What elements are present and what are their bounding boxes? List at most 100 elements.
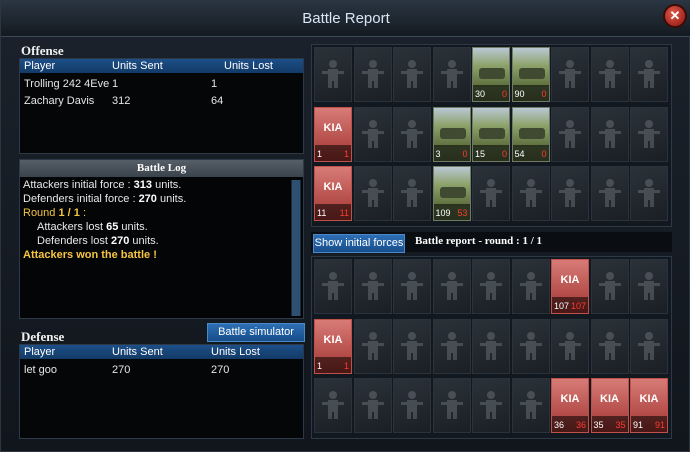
soldier-silhouette-icon xyxy=(361,391,384,419)
unit-lost-count: 0 xyxy=(541,89,547,99)
table-row[interactable]: Trolling 242 4Eve 1 1 xyxy=(20,75,303,92)
soldier-silhouette-icon xyxy=(559,119,581,148)
unit-card[interactable]: 30 0 xyxy=(472,47,510,102)
units-lost: 270 xyxy=(211,363,230,376)
scrollbar-thumb[interactable] xyxy=(292,180,300,316)
empty-unit-slot xyxy=(590,166,629,221)
empty-unit-slot xyxy=(393,318,431,374)
empty-unit-slot xyxy=(314,259,352,314)
unit-count: 3 xyxy=(435,148,441,159)
empty-unit-slot xyxy=(472,378,510,433)
soldier-silhouette-icon xyxy=(361,119,384,148)
soldier-silhouette-icon xyxy=(638,272,660,300)
empty-unit-slot xyxy=(393,378,431,433)
round-label: Battle report - round : 1 / 1 xyxy=(415,235,542,247)
soldier-silhouette-icon xyxy=(559,179,581,207)
unit-card[interactable]: 54 0 xyxy=(511,106,550,162)
soldier-silhouette-icon xyxy=(519,331,542,360)
soldier-silhouette-icon xyxy=(361,179,384,207)
kia-unit-card[interactable]: KIA 91 91 xyxy=(630,378,668,433)
empty-unit-slot xyxy=(590,106,629,162)
log-scrollbar[interactable] xyxy=(291,180,301,316)
soldier-silhouette-icon xyxy=(401,60,423,88)
table-row[interactable]: Zachary Davis 312 64 xyxy=(20,92,303,109)
battle-simulator-button[interactable]: Battle simulator xyxy=(207,323,305,342)
unit-card[interactable]: 109 53 xyxy=(432,166,471,221)
unit-count: 36 xyxy=(554,420,565,430)
empty-unit-slot xyxy=(472,318,510,374)
defense-unit-grid: KIA 107 107 KIA 1 1 KIA 36 36 KIA 35 35 KIA 91 91 xyxy=(311,256,672,439)
defense-title: Defense xyxy=(21,329,65,344)
column-units-lost: Units Lost xyxy=(224,60,273,72)
soldier-silhouette-icon xyxy=(598,331,621,360)
empty-unit-slot xyxy=(353,166,392,221)
soldier-silhouette-icon xyxy=(401,391,423,419)
soldier-silhouette-icon xyxy=(401,179,423,207)
unit-lost-count: 1 xyxy=(343,360,349,371)
unit-count: 15 xyxy=(475,148,486,159)
kia-unit-card[interactable]: KIA 35 35 xyxy=(590,378,629,433)
unit-lost-count: 0 xyxy=(541,148,547,159)
soldier-silhouette-icon xyxy=(440,331,463,360)
soldier-silhouette-icon xyxy=(401,272,423,300)
table-row[interactable]: let goo 270 270 xyxy=(20,361,303,378)
kia-unit-card[interactable]: KIA 1 1 xyxy=(314,106,352,162)
unit-count: 107 xyxy=(554,301,570,311)
kia-unit-card[interactable]: KIA 11 11 xyxy=(314,166,352,221)
soldier-silhouette-icon xyxy=(480,272,502,300)
soldier-silhouette-icon xyxy=(559,331,581,360)
soldier-silhouette-icon xyxy=(322,391,344,419)
soldier-silhouette-icon xyxy=(361,331,384,360)
empty-unit-slot xyxy=(630,47,668,102)
title-bar: Battle Report ✕ xyxy=(1,1,690,37)
column-player: Player xyxy=(24,346,56,358)
unit-card[interactable]: 90 0 xyxy=(511,47,550,102)
column-units-sent: Units Sent xyxy=(112,60,163,72)
soldier-silhouette-icon xyxy=(519,391,542,419)
empty-unit-slot xyxy=(353,378,392,433)
vehicle-icon xyxy=(473,48,509,87)
kia-unit-card[interactable]: KIA 36 36 xyxy=(551,378,589,433)
column-units-lost: Units Lost xyxy=(211,346,260,358)
empty-unit-slot xyxy=(630,106,668,162)
soldier-silhouette-icon xyxy=(361,272,384,300)
show-initial-forces-button[interactable]: Show initial forces xyxy=(313,234,405,253)
column-units-sent: Units Sent xyxy=(112,346,163,358)
soldier-silhouette-icon xyxy=(559,60,581,88)
log-round: Round 1 / 1 : xyxy=(23,207,87,219)
empty-unit-slot xyxy=(432,47,471,102)
unit-lost-count: 0 xyxy=(462,148,468,159)
empty-unit-slot xyxy=(472,166,510,221)
unit-lost-count: 1 xyxy=(343,148,349,159)
kia-label: KIA xyxy=(560,274,580,286)
battle-log-title: Battle Log xyxy=(20,160,303,177)
kia-unit-card[interactable]: KIA 1 1 xyxy=(314,318,352,374)
vehicle-icon xyxy=(433,167,470,206)
empty-unit-slot xyxy=(511,259,550,314)
units-sent: 312 xyxy=(112,94,131,107)
soldier-silhouette-icon xyxy=(598,119,621,148)
kia-label: KIA xyxy=(600,393,619,405)
soldier-silhouette-icon xyxy=(638,179,660,207)
close-button[interactable]: ✕ xyxy=(663,4,687,28)
unit-count: 1 xyxy=(317,360,323,371)
empty-unit-slot xyxy=(353,318,392,374)
unit-card[interactable]: 15 0 xyxy=(472,106,510,162)
soldier-silhouette-icon xyxy=(638,119,660,148)
soldier-silhouette-icon xyxy=(480,179,502,207)
empty-unit-slot xyxy=(551,106,589,162)
unit-count: 109 xyxy=(435,208,451,218)
unit-lost-count: 35 xyxy=(615,420,626,430)
empty-unit-slot xyxy=(551,47,589,102)
kia-label: KIA xyxy=(323,121,343,134)
empty-unit-slot xyxy=(432,378,471,433)
empty-unit-slot xyxy=(353,259,392,314)
unit-count: 30 xyxy=(475,89,486,99)
close-icon: ✕ xyxy=(669,8,681,23)
unit-lost-count: 36 xyxy=(575,420,586,430)
kia-unit-card[interactable]: KIA 107 107 xyxy=(551,259,589,314)
unit-card[interactable]: 30 xyxy=(432,106,471,162)
soldier-silhouette-icon xyxy=(322,272,344,300)
player-name: Trolling 242 4Eve xyxy=(24,77,110,90)
empty-unit-slot xyxy=(472,259,510,314)
